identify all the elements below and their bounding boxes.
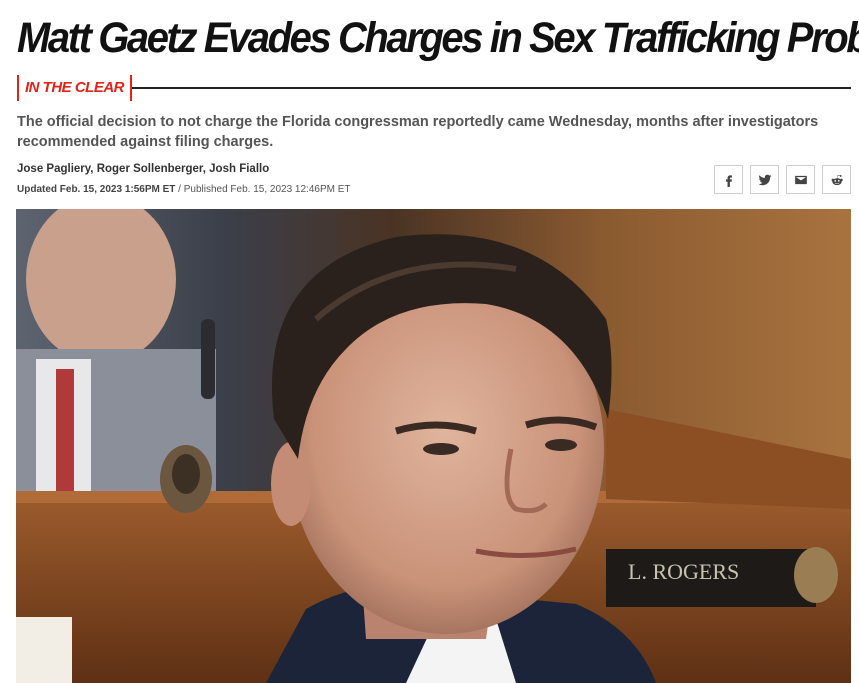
rubric-rule — [117, 87, 851, 89]
article-dek: The official decision to not charge the … — [17, 114, 819, 150]
share-twitter-button[interactable] — [750, 165, 779, 194]
rubric-row: IN THE CLEAR — [17, 75, 851, 101]
article-hero-photo: L. ROGERS — [16, 209, 851, 683]
rubric-link[interactable]: IN THE CLEAR — [17, 75, 132, 101]
share-buttons — [714, 165, 851, 194]
headline: Matt Gaetz Evades Charges in Sex Traffic… — [17, 14, 859, 62]
date-separator: / — [175, 184, 184, 195]
updated-date: Updated Feb. 15, 2023 1:56PM ET — [17, 184, 176, 195]
share-email-button[interactable] — [786, 165, 815, 194]
nameplate-text: L. ROGERS — [628, 559, 739, 584]
hero-photo-illustration: L. ROGERS — [16, 209, 851, 683]
reddit-icon — [831, 174, 843, 185]
facebook-icon — [725, 174, 732, 187]
article-dates: Updated Feb. 15, 2023 1:56PM ET / Publis… — [17, 184, 351, 195]
byline-authors[interactable]: Jose Pagliery, Roger Sollenberger, Josh … — [17, 163, 269, 175]
email-icon — [794, 175, 807, 184]
published-date: Published Feb. 15, 2023 12:46PM ET — [183, 184, 351, 195]
twitter-icon — [758, 174, 771, 185]
share-reddit-button[interactable] — [822, 165, 851, 194]
share-facebook-button[interactable] — [714, 165, 743, 194]
